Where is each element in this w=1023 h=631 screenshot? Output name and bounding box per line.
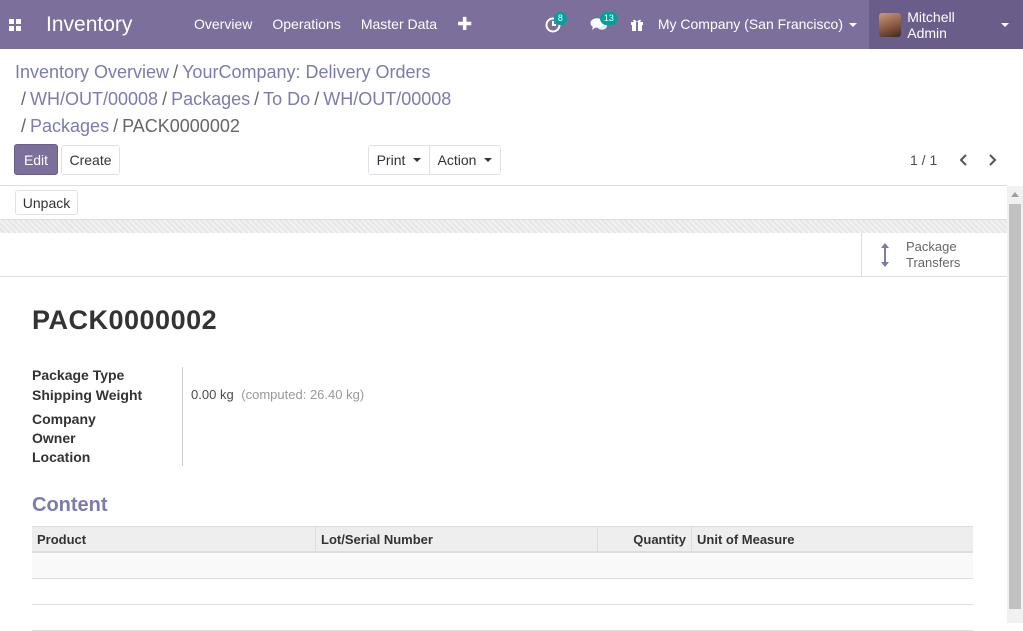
table-header: Product Lot/Serial Number Quantity Unit … — [32, 526, 973, 553]
chevron-right-icon — [989, 154, 997, 166]
smart-button-line2: Transfers — [906, 254, 961, 270]
scrollbar[interactable] — [1007, 186, 1023, 623]
company-label: Company — [32, 411, 96, 427]
apps-menu-icon[interactable] — [0, 0, 30, 49]
shipping-weight-unit: kg — [219, 387, 234, 402]
pager-value[interactable]: 1 / 1 — [910, 152, 937, 168]
package-type-label: Package Type — [32, 367, 125, 383]
breadcrumb-item[interactable]: WH/OUT/00008 — [323, 89, 451, 109]
button-box: Package Transfers — [0, 233, 1007, 277]
location-label: Location — [32, 449, 91, 465]
breadcrumb-item[interactable]: WH/OUT/00008 — [30, 89, 158, 109]
arrows-v-icon — [881, 242, 889, 267]
breadcrumb-item[interactable]: Inventory Overview — [15, 62, 169, 82]
breadcrumb-separator: / — [21, 116, 27, 136]
table-row — [32, 553, 973, 579]
breadcrumb-item[interactable]: YourCompany: Delivery Orders — [182, 62, 430, 82]
company-name: My Company (San Francisco) — [657, 16, 843, 32]
package-transfers-button[interactable]: Package Transfers — [861, 233, 1005, 276]
breadcrumb: Inventory Overview / YourCompany: Delivery… — [15, 59, 485, 140]
content-section-title: Content — [32, 494, 108, 516]
breadcrumb-item[interactable]: To Do — [263, 89, 310, 109]
chevron-down-icon — [849, 22, 857, 27]
app-brand[interactable]: Inventory — [46, 13, 178, 37]
scroll-up-arrow-icon[interactable] — [1011, 192, 1019, 197]
pager-previous-button[interactable] — [952, 148, 976, 172]
activity-badge: 8 — [553, 12, 567, 25]
package-transfers-label: Package Transfers — [906, 239, 960, 271]
menu-overview[interactable]: Overview — [184, 0, 262, 49]
chevron-down-icon — [1001, 22, 1009, 27]
breadcrumb-item[interactable]: Packages — [171, 89, 250, 109]
create-button[interactable]: Create — [61, 145, 120, 175]
top-navbar: Inventory Overview Operations Master Dat… — [0, 0, 1023, 49]
messages-badge: 13 — [599, 12, 618, 25]
smart-button-line1: Package — [906, 238, 957, 254]
user-name: Mitchell Admin — [907, 8, 955, 41]
chevron-left-icon — [959, 154, 967, 166]
gift-icon[interactable] — [622, 0, 652, 49]
control-panel-divider — [0, 185, 1007, 186]
shipping-weight-label: Shipping Weight — [32, 387, 143, 403]
avatar — [879, 12, 902, 37]
company-switcher[interactable]: My Company (San Francisco) — [652, 0, 869, 49]
breadcrumb-separator: / — [173, 62, 179, 82]
main-menu: Overview Operations Master Data — [184, 0, 447, 49]
table-row — [32, 605, 973, 631]
action-label: Action — [437, 152, 477, 168]
chevron-down-icon — [413, 158, 422, 162]
print-label: Print — [376, 152, 406, 168]
field-separator — [182, 367, 183, 466]
shipping-weight-field: 0.00 kg (computed: 26.40 kg) — [191, 387, 364, 402]
computed-weight: (computed: 26.40 kg) — [241, 387, 365, 402]
systray: 8 13 My Company (San Francisco) Mitchell… — [530, 0, 1023, 49]
column-product[interactable]: Product — [32, 527, 316, 551]
record-title: PACK0000002 — [32, 305, 218, 335]
breadcrumb-separator: / — [254, 89, 260, 109]
plus-icon[interactable]: ✚ — [447, 0, 482, 49]
messaging-menu[interactable]: 13 — [576, 0, 622, 49]
action-dropdown[interactable]: Action — [429, 145, 501, 175]
print-dropdown[interactable]: Print — [368, 145, 430, 175]
breadcrumb-separator: / — [162, 89, 168, 109]
column-unit-of-measure[interactable]: Unit of Measure — [692, 527, 973, 551]
table-row — [32, 579, 973, 605]
sheet-background-pattern — [0, 219, 1007, 233]
owner-label: Owner — [32, 430, 76, 446]
edit-button[interactable]: Edit — [14, 144, 58, 175]
breadcrumb-current: PACK0000002 — [122, 116, 240, 136]
scroll-thumb[interactable] — [1009, 204, 1021, 609]
unpack-button[interactable]: Unpack — [15, 190, 78, 215]
shipping-weight-value: 0.00 — [191, 387, 217, 402]
column-lot-serial[interactable]: Lot/Serial Number — [316, 527, 598, 551]
chevron-down-icon — [484, 158, 493, 162]
user-menu[interactable]: Mitchell Admin — [869, 0, 1023, 49]
content-table: Product Lot/Serial Number Quantity Unit … — [32, 526, 973, 631]
breadcrumb-separator: / — [113, 116, 119, 136]
breadcrumb-separator: / — [21, 89, 27, 109]
activity-menu[interactable]: 8 — [530, 0, 576, 49]
breadcrumb-separator: / — [314, 89, 320, 109]
pager-next-button[interactable] — [980, 148, 1004, 172]
menu-operations[interactable]: Operations — [262, 0, 350, 49]
column-quantity[interactable]: Quantity — [598, 527, 692, 551]
menu-master-data[interactable]: Master Data — [351, 0, 447, 49]
breadcrumb-item[interactable]: Packages — [30, 116, 109, 136]
